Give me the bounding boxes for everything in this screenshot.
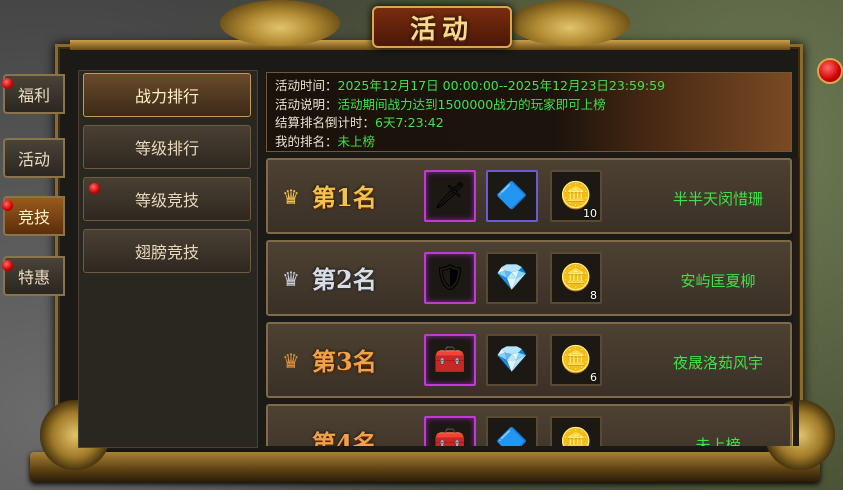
treasure-chest-icon[interactable]: 🧰	[424, 334, 476, 386]
sword-icon[interactable]: 🗡	[424, 170, 476, 222]
item-count: 8	[590, 289, 597, 302]
activity-time-line: 活动时间：2025年12月17日 00:00:00--2025年12月23日23…	[275, 77, 783, 96]
rank-list[interactable]: ♛ 第1名 🗡 🔷 🪙 10 半半天闵惜珊 ♛ 第2名 🛡 💎 🪙 8 安屿匡夏柳 …	[266, 158, 792, 446]
player-name: 夜晟洛茹风宇	[672, 354, 763, 372]
item-glyph: 🔷	[495, 181, 529, 211]
left-dragon-ornament	[220, 0, 340, 46]
rank-label: 第1名	[312, 183, 377, 212]
gold-crown-icon: ♛	[282, 185, 300, 209]
gold-ingot-icon[interactable]: 🪙 8	[550, 252, 602, 304]
rank-list-scrollbar[interactable]	[793, 158, 799, 446]
my-rank-value: 未上榜	[337, 133, 376, 149]
item-glyph: 🪙	[559, 263, 593, 293]
item-glyph: 🔷	[495, 427, 529, 446]
armor-icon[interactable]: 🛡	[424, 252, 476, 304]
player-name: 未上榜	[695, 436, 741, 446]
activity-info-box: 活动时间：2025年12月17日 00:00:00--2025年12月23日23…	[266, 72, 792, 152]
item-glyph: 🪙	[559, 427, 593, 446]
item-glyph: 🗡	[433, 181, 467, 211]
rank-label: 第2名	[312, 265, 377, 294]
notification-dot	[89, 183, 100, 194]
crystal-icon[interactable]: 🔷	[486, 416, 538, 446]
countdown-value: 6天7:23:42	[375, 115, 444, 130]
ranking-nav: 战力排行 等级排行 等级竞技 翅膀竞技	[78, 70, 258, 448]
rank-row: 第4名 🧰 🔷 🪙 未上榜	[266, 404, 792, 446]
nav-label: 战力排行	[134, 87, 199, 106]
side-tab-label: 竞技	[17, 208, 50, 227]
title-plate: 活动	[372, 6, 512, 48]
rank-label: 第4名	[312, 429, 377, 446]
treasure-chest-icon[interactable]: 🧰	[424, 416, 476, 446]
activity-time-label: 活动时间：	[275, 78, 338, 93]
item-glyph: 🛡	[433, 263, 467, 293]
panel-title: 活动	[409, 14, 474, 45]
silver-crown-icon: ♛	[282, 267, 300, 291]
countdown-line: 结算排名倒计时：6天7:23:42	[275, 114, 783, 133]
rank-row: ♛ 第2名 🛡 💎 🪙 8 安屿匡夏柳	[266, 240, 792, 316]
nav-label: 等级竞技	[134, 191, 199, 210]
nav-level-competition[interactable]: 等级竞技	[83, 177, 251, 221]
nav-level-ranking[interactable]: 等级排行	[83, 125, 251, 169]
panel-bottom-frame	[30, 452, 820, 482]
item-glyph: 💎	[495, 345, 529, 375]
side-tab-label: 福利	[17, 86, 50, 105]
item-glyph: 🧰	[433, 345, 467, 375]
notification-dot	[2, 260, 13, 271]
countdown-label: 结算排名倒计时：	[275, 115, 376, 130]
gold-ingot-icon[interactable]: 🪙 10	[550, 170, 602, 222]
crystal-icon[interactable]: 🔷	[486, 170, 538, 222]
side-tab-label: 活动	[17, 150, 50, 169]
right-dragon-ornament	[510, 0, 630, 46]
bronze-crown-icon: ♛	[282, 349, 300, 373]
gem-icon[interactable]: 💎	[486, 252, 538, 304]
rank-row: ♛ 第3名 🧰 💎 🪙 6 夜晟洛茹风宇	[266, 322, 792, 398]
item-count: 10	[583, 207, 597, 220]
notification-dot	[2, 200, 13, 211]
side-tab-label: 特惠	[17, 268, 50, 287]
activity-desc-value: 活动期间战力达到1500000战力的玩家即可上榜	[337, 96, 606, 112]
gold-ingot-icon[interactable]: 🪙	[550, 416, 602, 446]
item-count: 6	[590, 371, 597, 384]
gold-ingot-icon[interactable]: 🪙 6	[550, 334, 602, 386]
nav-label: 等级排行	[134, 139, 199, 158]
side-tab-activity[interactable]: 活动	[3, 138, 65, 178]
nav-wing-competition[interactable]: 翅膀竞技	[83, 229, 251, 273]
my-rank-label: 我的排名：	[275, 133, 338, 149]
activity-desc-line: 活动说明：活动期间战力达到1500000战力的玩家即可上榜	[275, 96, 783, 115]
notification-dot	[2, 78, 13, 89]
close-button[interactable]	[817, 58, 843, 84]
activity-desc-label: 活动说明：	[275, 96, 338, 112]
item-glyph: 💎	[495, 263, 529, 293]
gem-icon[interactable]: 💎	[486, 334, 538, 386]
nav-label: 翅膀竞技	[134, 243, 199, 262]
item-glyph: 🪙	[559, 345, 593, 375]
player-name: 半半天闵惜珊	[672, 190, 763, 208]
my-rank-line: 我的排名：未上榜	[275, 133, 783, 152]
nav-power-ranking[interactable]: 战力排行	[83, 73, 251, 117]
player-name: 安屿匡夏柳	[680, 272, 756, 290]
rank-row: ♛ 第1名 🗡 🔷 🪙 10 半半天闵惜珊	[266, 158, 792, 234]
item-glyph: 🧰	[433, 427, 467, 446]
activity-time-value: 2025年12月17日 00:00:00--2025年12月23日23:59:5…	[337, 78, 666, 93]
rank-label: 第3名	[312, 347, 377, 376]
